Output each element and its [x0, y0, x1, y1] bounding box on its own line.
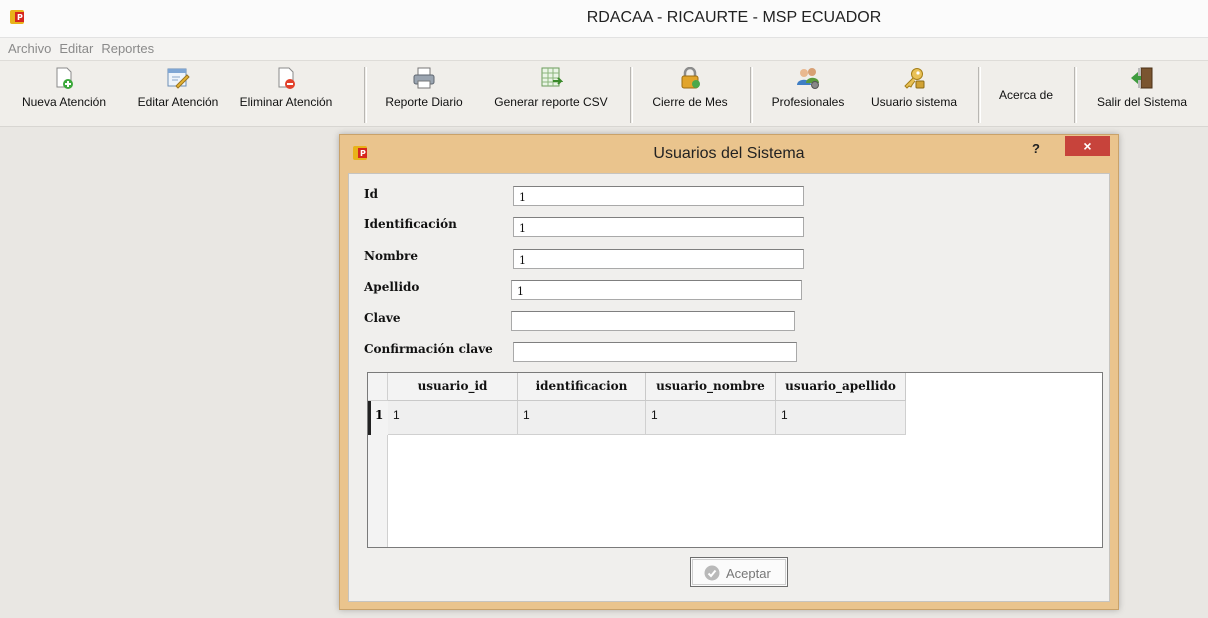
toolbar-separator	[978, 67, 981, 123]
apellido-label: Apellido	[364, 280, 420, 294]
dialog-title: Usuarios del Sistema	[653, 145, 805, 162]
lock-icon	[681, 67, 700, 89]
column-header[interactable]: identificacion	[518, 373, 646, 401]
dialog-body: Id 1 Identificación 1 Nombre 1 Apellido …	[348, 173, 1110, 602]
close-button[interactable]: ×	[1065, 136, 1110, 156]
users-table[interactable]: usuario_id identificacion usuario_nombre…	[367, 372, 1103, 548]
column-header[interactable]: usuario_nombre	[646, 373, 776, 401]
id-field[interactable]: 1	[513, 186, 804, 206]
usuario-sistema-button[interactable]: Usuario sistema	[862, 67, 966, 109]
table-cell[interactable]: 1	[646, 401, 776, 435]
menu-reportes[interactable]: Reportes	[101, 38, 154, 60]
window-title: RDACAA - RICAURTE - MSP ECUADOR	[586, 9, 882, 26]
users-icon	[797, 68, 819, 89]
table-cell[interactable]: 1	[388, 401, 518, 435]
title-bar: P RDACAA - RICAURTE - MSP ECUADOR	[0, 0, 1208, 38]
profesionales-button[interactable]: Profesionales	[762, 67, 854, 109]
table-corner[interactable]	[368, 373, 388, 401]
toolbar: Nueva Atención Editar Atención Eliminar …	[0, 61, 1208, 127]
identificacion-label: Identificación	[364, 217, 457, 231]
toolbar-separator	[750, 67, 753, 123]
nueva-atencion-button[interactable]: Nueva Atención	[8, 67, 120, 109]
salir-sistema-button[interactable]: Salir del Sistema	[1086, 67, 1198, 109]
help-button[interactable]: ?	[1032, 141, 1040, 156]
column-header[interactable]: usuario_id	[388, 373, 518, 401]
toolbar-separator	[1074, 67, 1077, 123]
toolbar-separator	[364, 67, 367, 123]
spreadsheet-icon	[541, 67, 563, 87]
menu-editar[interactable]: Editar	[59, 38, 93, 60]
generar-csv-button[interactable]: Generar reporte CSV	[484, 67, 618, 109]
dialog-title-bar[interactable]: P Usuarios del Sistema ? ×	[340, 135, 1118, 173]
menu-bar: Archivo Editar Reportes	[0, 38, 1208, 61]
eliminar-atencion-button[interactable]: Eliminar Atención	[230, 67, 342, 109]
usuarios-dialog: P Usuarios del Sistema ? × Id 1 Identifi…	[339, 134, 1119, 610]
main-window: P RDACAA - RICAURTE - MSP ECUADOR Archiv…	[0, 0, 1208, 618]
edit-form-icon	[167, 68, 190, 89]
check-icon	[704, 565, 720, 581]
clave-field[interactable]	[511, 311, 795, 331]
aceptar-button[interactable]: Aceptar	[690, 557, 788, 587]
new-document-icon	[56, 67, 73, 89]
clave-label: Clave	[364, 311, 401, 325]
toolbar-separator	[630, 67, 633, 123]
editar-atencion-button[interactable]: Editar Atención	[128, 67, 228, 109]
menu-archivo[interactable]: Archivo	[8, 38, 51, 60]
delete-document-icon	[278, 67, 295, 89]
table-cell[interactable]: 1	[518, 401, 646, 435]
nombre-field[interactable]: 1	[513, 249, 804, 269]
row-header[interactable]: 1	[368, 401, 388, 435]
confirmacion-label: Confirmación clave	[364, 342, 493, 356]
column-header[interactable]: usuario_apellido	[776, 373, 906, 401]
apellido-field[interactable]: 1	[511, 280, 802, 300]
aceptar-label: Aceptar	[726, 566, 771, 581]
cierre-mes-button[interactable]: Cierre de Mes	[642, 67, 738, 109]
printer-icon	[413, 67, 435, 89]
nombre-label: Nombre	[364, 249, 419, 263]
acerca-de-button[interactable]: Acerca de	[988, 88, 1064, 102]
key-icon	[904, 68, 925, 89]
reporte-diario-button[interactable]: Reporte Diario	[376, 67, 472, 109]
table-cell[interactable]: 1	[776, 401, 906, 435]
exit-door-icon	[1131, 67, 1153, 89]
confirmacion-field[interactable]	[513, 342, 797, 362]
identificacion-field[interactable]: 1	[513, 217, 804, 237]
id-label: Id	[364, 187, 379, 201]
